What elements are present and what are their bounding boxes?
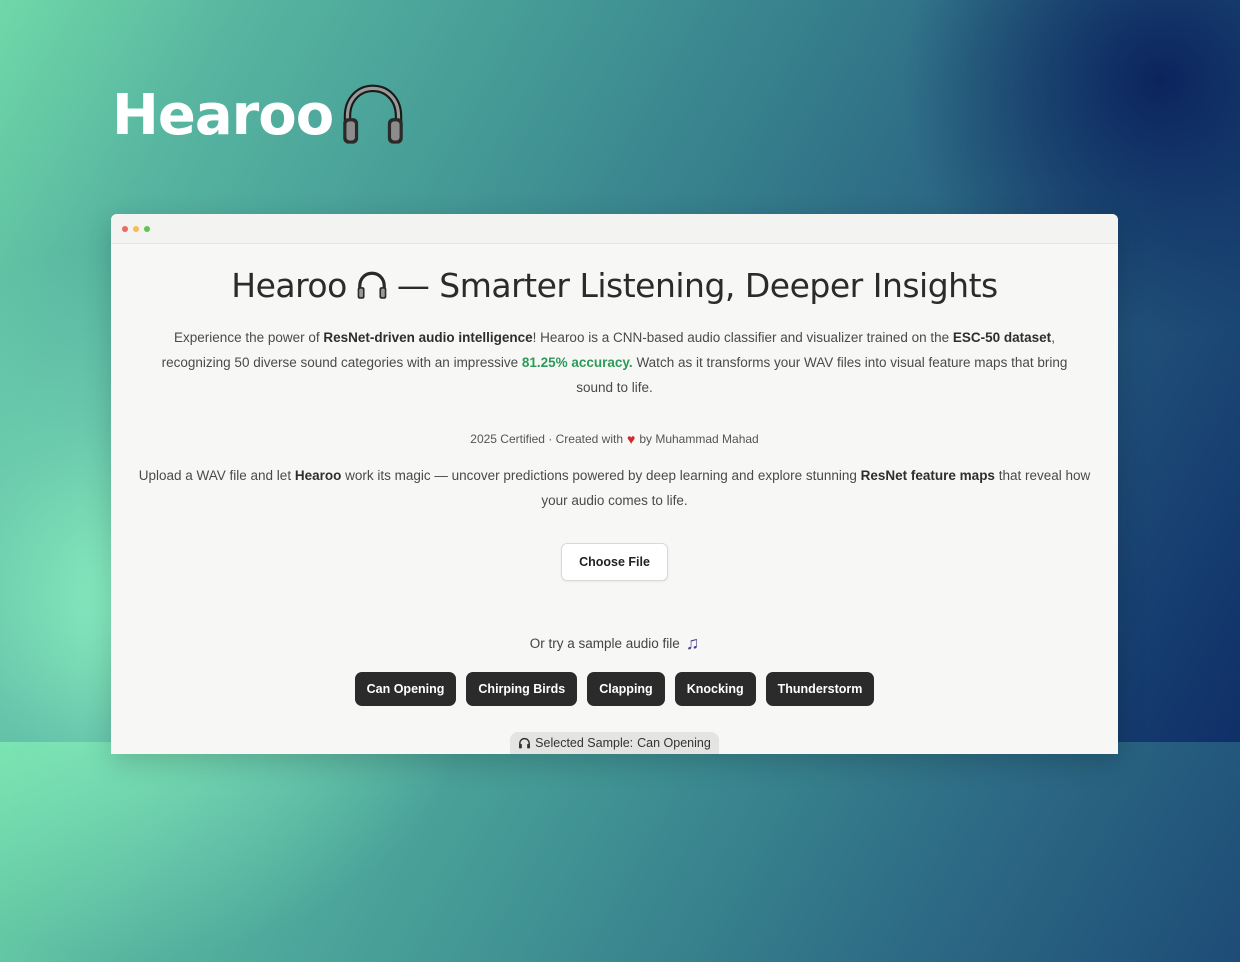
page-title-brand: Hearoo bbox=[231, 266, 347, 305]
sample-button-knocking[interactable]: Knocking bbox=[674, 672, 756, 706]
brand-name: Hearoo bbox=[112, 83, 334, 148]
sample-button-chirping-birds[interactable]: Chirping Birds bbox=[466, 672, 578, 706]
choose-file-button[interactable]: Choose File bbox=[561, 543, 668, 581]
intro-text: Experience the power of bbox=[174, 330, 324, 345]
sample-button-can-opening[interactable]: Can Opening bbox=[354, 672, 457, 706]
upload-highlight: Hearoo bbox=[294, 468, 342, 483]
headphones-icon bbox=[357, 271, 387, 299]
intro-highlight: ESC-50 dataset bbox=[952, 330, 1052, 345]
page-title: Hearoo — Smarter Listening, Deeper Insig… bbox=[111, 266, 1118, 305]
music-note-icon: ♫ bbox=[685, 633, 700, 653]
browser-window: Hearoo — Smarter Listening, Deeper Insig… bbox=[111, 214, 1118, 754]
sample-button-thunderstorm[interactable]: Thunderstorm bbox=[765, 672, 875, 706]
credit-line: 2025 Certified · Created with ♥ by Muham… bbox=[111, 431, 1118, 447]
intro-text: ! Hearoo is a CNN-based audio classifier… bbox=[532, 330, 953, 345]
window-close-button[interactable] bbox=[122, 225, 128, 232]
upload-text: work its magic — uncover predictions pow… bbox=[341, 468, 861, 483]
page-title-tagline: — Smarter Listening, Deeper Insights bbox=[396, 266, 998, 305]
headphones-icon bbox=[343, 84, 403, 144]
heart-icon: ♥ bbox=[627, 431, 636, 447]
window-titlebar bbox=[111, 214, 1118, 244]
sample-prompt-text: Or try a sample audio file bbox=[529, 636, 680, 651]
headphones-icon bbox=[519, 737, 531, 748]
upload-instructions: Upload a WAV file and let Hearoo work it… bbox=[135, 463, 1095, 513]
selected-sample-badge: Selected Sample: Can Opening bbox=[510, 732, 719, 754]
main-content: Hearoo — Smarter Listening, Deeper Insig… bbox=[111, 266, 1118, 754]
selected-sample-label: Selected Sample: bbox=[535, 736, 634, 750]
sample-button-clapping[interactable]: Clapping bbox=[587, 672, 665, 706]
credit-author: by Muhammad Mahad bbox=[639, 432, 759, 446]
accuracy-value: 81.25% accuracy. bbox=[521, 355, 633, 370]
window-minimize-button[interactable] bbox=[133, 225, 139, 232]
intro-text: Watch as it transforms your WAV files in… bbox=[576, 355, 1068, 395]
sample-prompt: Or try a sample audio file ♫ bbox=[111, 633, 1118, 654]
upload-text: Upload a WAV file and let bbox=[138, 468, 295, 483]
intro-highlight: ResNet-driven audio intelligence bbox=[323, 330, 533, 345]
upload-highlight: ResNet feature maps bbox=[860, 468, 995, 483]
selected-sample-value: Can Opening bbox=[637, 736, 711, 750]
window-maximize-button[interactable] bbox=[144, 225, 150, 232]
sample-buttons: Can Opening Chirping Birds Clapping Knoc… bbox=[111, 672, 1118, 706]
brand-header: Hearoo bbox=[112, 82, 407, 150]
credit-prefix: 2025 Certified · Created with bbox=[470, 432, 624, 446]
intro-paragraph: Experience the power of ResNet-driven au… bbox=[145, 325, 1085, 400]
